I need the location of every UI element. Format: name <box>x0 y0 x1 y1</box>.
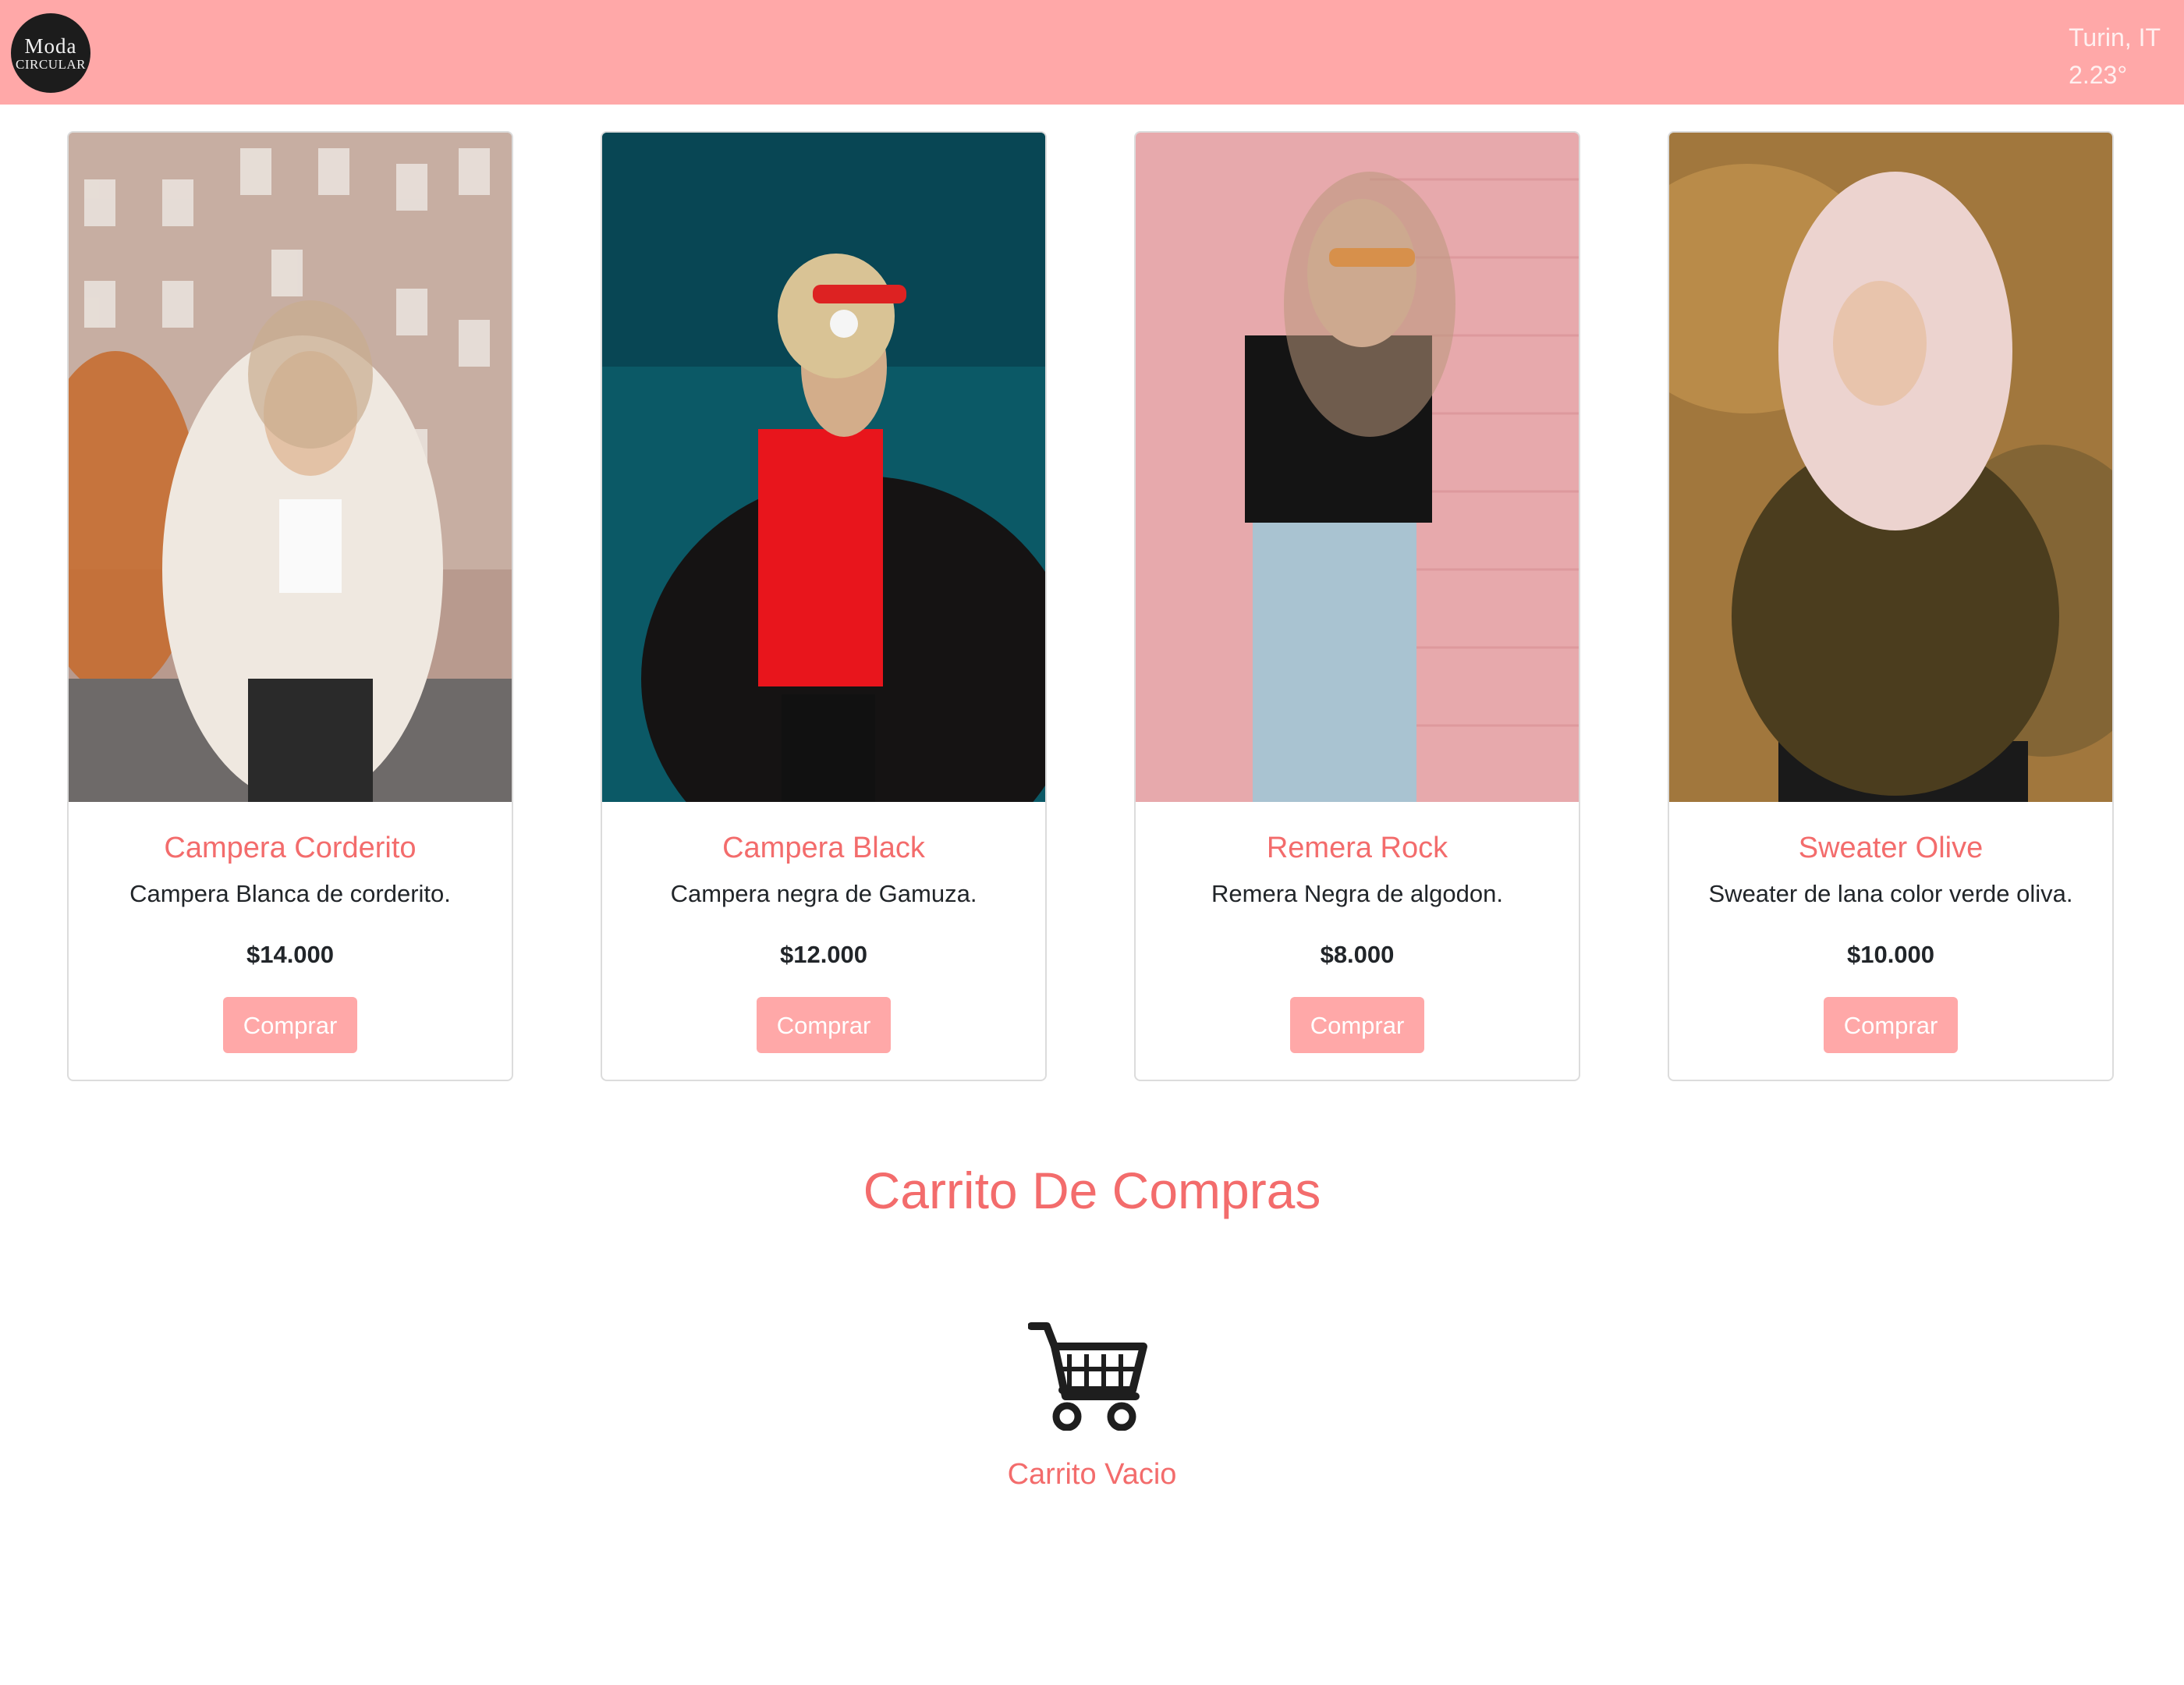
product-card: Campera Corderito Campera Blanca de cord… <box>67 131 513 1081</box>
product-image <box>69 133 512 802</box>
product-title: Campera Black <box>722 832 925 864</box>
product-price: $14.000 <box>246 941 335 968</box>
product-description: Campera Blanca de corderito. <box>129 880 451 907</box>
cart-section-title: Carrito De Compras <box>863 1162 1321 1219</box>
product-image <box>602 133 1045 802</box>
logo-line-1: Moda <box>24 34 77 58</box>
weather-widget: Turin, IT 2.23° <box>2069 19 2161 94</box>
product-title: Campera Corderito <box>164 832 417 864</box>
product-image <box>1669 133 2112 802</box>
product-title: Remera Rock <box>1266 832 1448 864</box>
product-description: Remera Negra de algodon. <box>1211 880 1503 907</box>
product-description: Sweater de lana color verde oliva. <box>1708 880 2073 907</box>
product-price: $12.000 <box>779 941 868 968</box>
buy-button[interactable]: Comprar <box>223 997 357 1053</box>
navbar: Moda CIRCULAR Turin, IT 2.23° <box>0 0 2184 105</box>
product-card: Campera Black Campera negra de Gamuza. $… <box>601 131 1047 1081</box>
product-card: Remera Rock Remera Negra de algodon. $8.… <box>1134 131 1580 1081</box>
buy-button[interactable]: Comprar <box>1824 997 1958 1053</box>
weather-city: Turin, IT <box>2069 23 2161 51</box>
weather-temp: 2.23° <box>2069 61 2128 89</box>
buy-button[interactable]: Comprar <box>757 997 891 1053</box>
brand-logo[interactable]: Moda CIRCULAR <box>11 13 90 93</box>
logo-line-2: CIRCULAR <box>16 56 86 72</box>
buy-button[interactable]: Comprar <box>1290 997 1424 1053</box>
product-price: $8.000 <box>1320 941 1395 968</box>
product-description: Campera negra de Gamuza. <box>670 880 977 907</box>
product-card: Sweater Olive Sweater de lana color verd… <box>1668 131 2114 1081</box>
product-title: Sweater Olive <box>1798 832 1984 864</box>
product-price: $10.000 <box>1846 941 1935 968</box>
shopping-cart-icon <box>1027 1318 1148 1431</box>
cart-empty-label: Carrito Vacio <box>1007 1458 1177 1491</box>
product-image <box>1136 133 1579 802</box>
